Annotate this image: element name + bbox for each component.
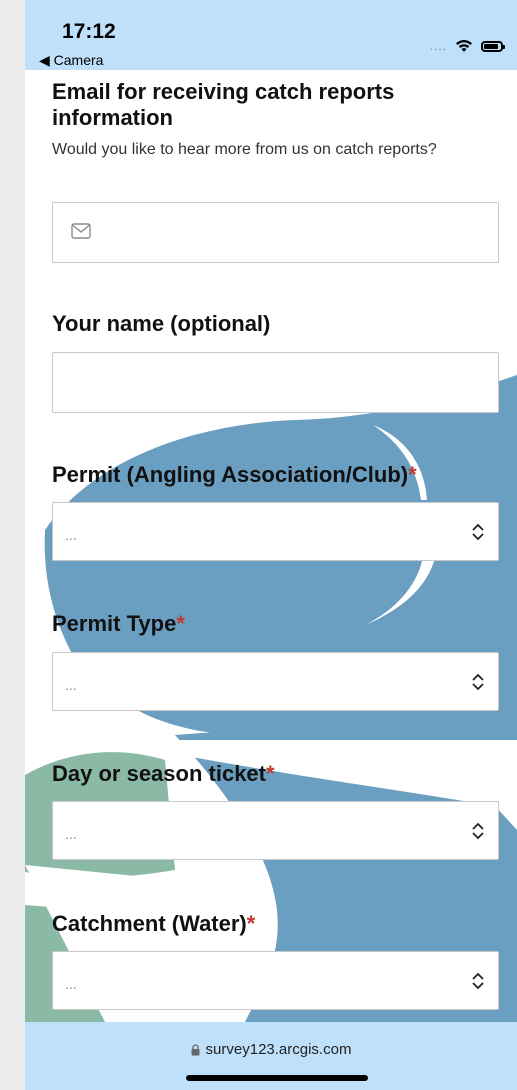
chevron-updown-icon: [472, 972, 484, 990]
home-indicator[interactable]: [186, 1075, 368, 1081]
status-bar: 17:12 ◀ Camera ....: [25, 0, 517, 70]
catchment-question-title: Catchment (Water)*: [52, 911, 492, 937]
email-question-title: Email for receiving catch reports inform…: [52, 79, 395, 130]
mail-icon: [71, 223, 91, 239]
ticket-select[interactable]: ...: [52, 801, 499, 860]
back-to-camera-link[interactable]: ◀ Camera: [39, 52, 103, 69]
required-asterisk: *: [265, 761, 275, 786]
lock-icon: [191, 1044, 200, 1056]
catchment-question-label: Catchment (Water): [52, 911, 247, 936]
ticket-select-value: ...: [65, 826, 77, 842]
name-field[interactable]: [52, 352, 499, 413]
permit-question-title: Permit (Angling Association/Club)*: [52, 462, 492, 488]
browser-url-bar[interactable]: survey123.arcgis.com: [25, 1022, 517, 1090]
url-text: survey123.arcgis.com: [205, 1041, 352, 1058]
status-icons: ....: [429, 38, 505, 54]
required-asterisk: *: [408, 462, 417, 487]
permit-select-value: ...: [65, 527, 77, 543]
email-field[interactable]: [52, 202, 499, 263]
signal-dots: ....: [429, 39, 447, 53]
chevron-updown-icon: [472, 523, 484, 541]
permit-type-question-title: Permit Type*: [52, 611, 492, 637]
name-question-title: Your name (optional): [52, 311, 271, 336]
catchment-select-value: ...: [65, 976, 77, 992]
permit-type-question-label: Permit Type: [52, 611, 177, 636]
permit-type-select[interactable]: ...: [52, 652, 499, 711]
permit-select[interactable]: ...: [52, 502, 499, 561]
chevron-updown-icon: [472, 822, 484, 840]
ticket-question-label: Day or season ticket: [52, 761, 266, 786]
catchment-select[interactable]: ...: [52, 951, 499, 1010]
wifi-icon: [456, 40, 472, 52]
battery-icon: [481, 40, 505, 52]
permit-type-select-value: ...: [65, 677, 77, 693]
required-asterisk: *: [176, 611, 185, 636]
required-asterisk: *: [246, 911, 256, 936]
status-time: 17:12: [62, 20, 116, 43]
phone-screen: 17:12 ◀ Camera .... Email for receiving …: [25, 0, 517, 1090]
url-display[interactable]: survey123.arcgis.com: [25, 1041, 517, 1058]
permit-question-label: Permit (Angling Association/Club): [52, 462, 409, 487]
ticket-question-title: Day or season ticket*: [52, 761, 492, 787]
email-question-hint: Would you like to hear more from us on c…: [52, 141, 437, 158]
chevron-updown-icon: [472, 673, 484, 691]
